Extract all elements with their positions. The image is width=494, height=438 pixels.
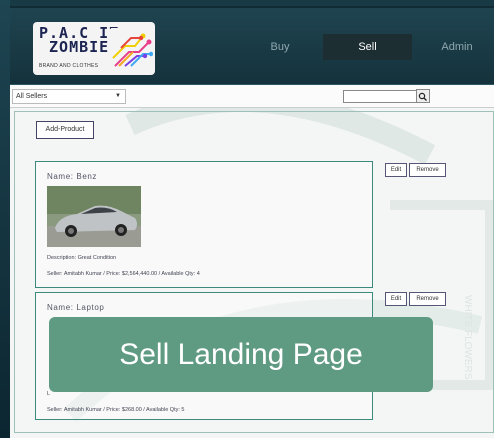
filter-bar: All Sellers ▼ xyxy=(10,85,494,108)
magnifier-icon xyxy=(418,92,427,101)
car-photo xyxy=(47,186,141,247)
caption-banner: Sell Landing Page xyxy=(49,317,433,392)
nav-admin[interactable]: Admin xyxy=(422,34,492,60)
product-meta: Seller: Amitabh Kumar / Price: $2,564,44… xyxy=(47,271,200,277)
product-card: Name: Benz Description: Great Condition … xyxy=(35,161,373,288)
frame-top-edge xyxy=(0,0,494,6)
product-description: Description: Great Condition xyxy=(47,255,117,261)
brand-logo[interactable]: P.A.C IT ZOMBIE BRAND AND CLOTHES xyxy=(33,22,155,75)
remove-button[interactable]: Remove xyxy=(409,163,446,177)
frame-left-edge xyxy=(0,0,10,438)
product-name: Name: Laptop xyxy=(47,303,105,312)
product-name: Name: Benz xyxy=(47,172,98,181)
nav-sell[interactable]: Sell xyxy=(323,34,412,60)
edit-button[interactable]: Edit xyxy=(385,292,407,306)
site-header: P.A.C IT ZOMBIE BRAND AND CLOTHES Buy Se… xyxy=(10,8,494,85)
circuit-art-icon xyxy=(111,28,153,70)
edit-button[interactable]: Edit xyxy=(385,163,407,177)
product-meta: Seller: Amitabh Kumar / Price: $268.00 /… xyxy=(47,407,185,413)
add-product-button[interactable]: Add-Product xyxy=(36,121,94,139)
search-input[interactable] xyxy=(343,90,417,103)
remove-button[interactable]: Remove xyxy=(409,292,446,306)
search-button[interactable] xyxy=(416,89,430,103)
logo-subtitle: BRAND AND CLOTHES xyxy=(39,63,99,69)
logo-title: P.A.C IT ZOMBIE xyxy=(39,24,120,56)
seller-select-value: All Sellers xyxy=(16,93,48,100)
chevron-down-icon: ▼ xyxy=(115,93,121,99)
seller-select[interactable]: All Sellers ▼ xyxy=(12,89,126,104)
nav-buy[interactable]: Buy xyxy=(245,34,315,60)
caption-text: Sell Landing Page xyxy=(119,338,363,371)
